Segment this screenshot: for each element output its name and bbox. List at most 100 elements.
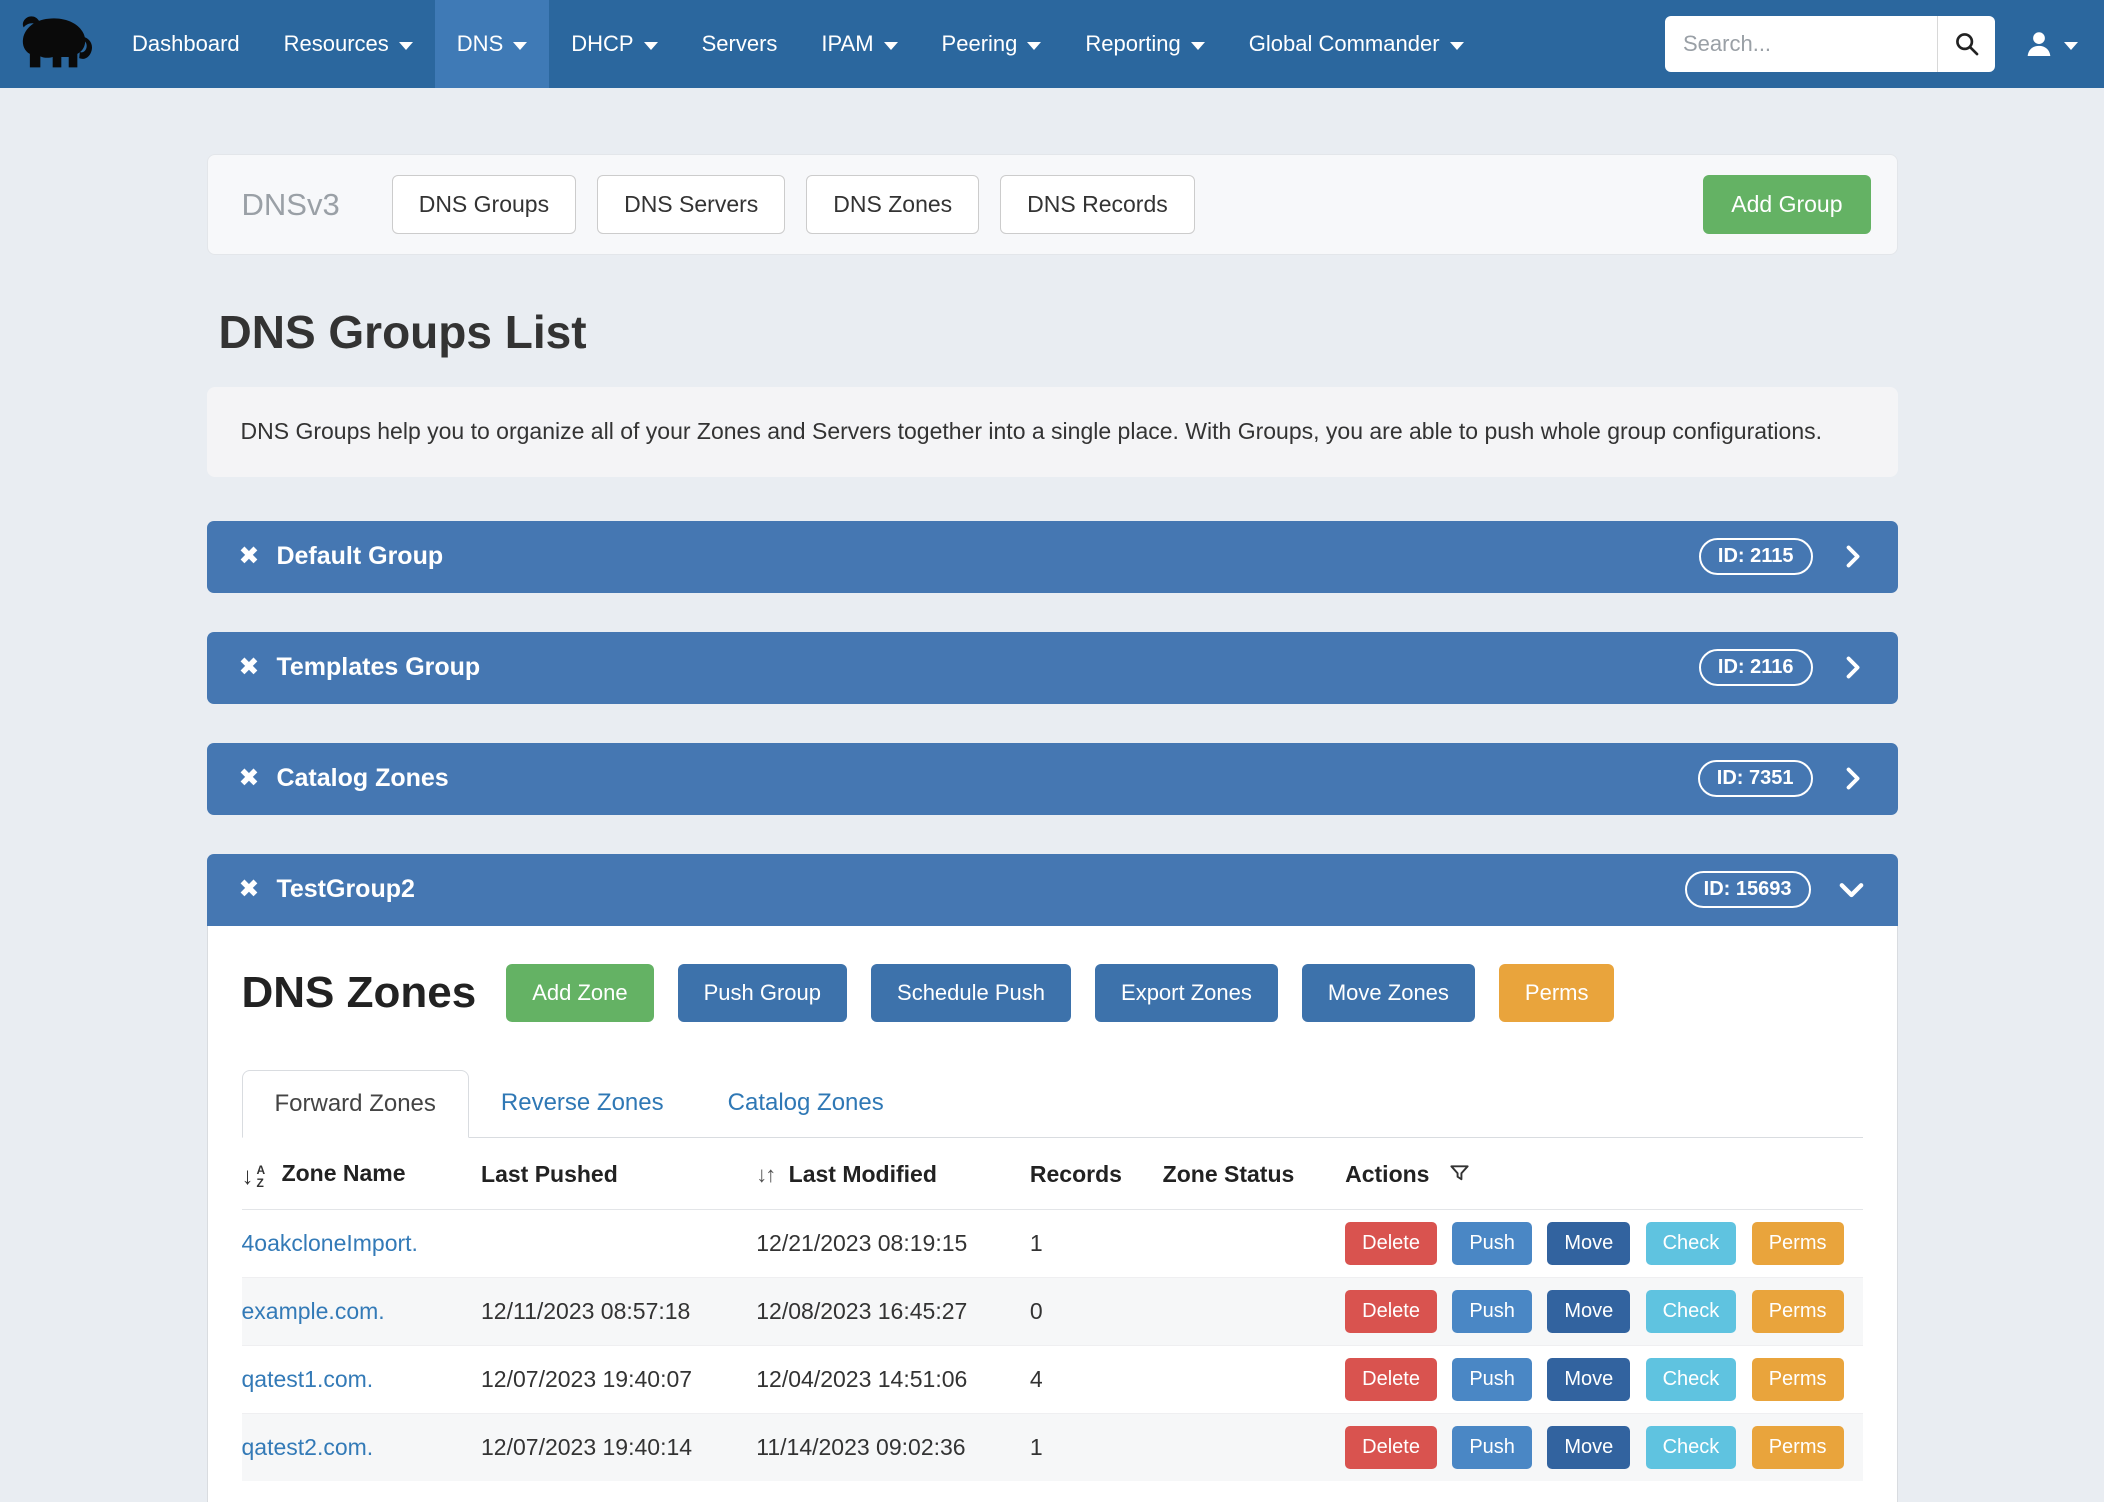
remove-icon[interactable]: ✖ — [239, 655, 260, 680]
push-button[interactable]: Push — [1452, 1290, 1532, 1333]
search-group — [1665, 16, 1995, 72]
check-button[interactable]: Check — [1646, 1222, 1737, 1265]
actions-cell: Delete Push Move Check Perms — [1345, 1414, 1862, 1482]
schedule-push-button[interactable]: Schedule Push — [871, 964, 1071, 1022]
group-id-badge: ID: 7351 — [1698, 760, 1813, 797]
remove-icon[interactable]: ✖ — [239, 766, 260, 791]
dns-records-button[interactable]: DNS Records — [1000, 175, 1195, 234]
nav-item-dhcp[interactable]: DHCP — [549, 0, 679, 88]
add-group-button[interactable]: Add Group — [1703, 175, 1870, 234]
col-header-zone-status: Zone Status — [1163, 1138, 1345, 1210]
table-row: 4oakcloneImport. 12/21/2023 08:19:15 1 D… — [242, 1210, 1863, 1278]
move-button[interactable]: Move — [1547, 1358, 1630, 1401]
nav-label: Servers — [702, 31, 778, 57]
nav-item-dns[interactable]: DNS — [435, 0, 549, 88]
nav-label: IPAM — [821, 31, 873, 57]
records-cell: 0 — [1030, 1278, 1163, 1346]
push-button[interactable]: Push — [1452, 1222, 1532, 1265]
chevron-down-icon — [1027, 42, 1041, 50]
group-bar-testgroup2[interactable]: ✖ TestGroup2 ID: 15693 — [207, 854, 1898, 926]
last-modified-cell: 12/04/2023 14:51:06 — [756, 1346, 1030, 1414]
push-button[interactable]: Push — [1452, 1358, 1532, 1401]
tab-catalog-zones[interactable]: Catalog Zones — [696, 1070, 916, 1137]
nav-item-servers[interactable]: Servers — [680, 0, 800, 88]
add-zone-button[interactable]: Add Zone — [506, 964, 653, 1022]
tab-forward-zones[interactable]: Forward Zones — [242, 1070, 469, 1138]
nav-label: DHCP — [571, 31, 633, 57]
chevron-down-icon[interactable] — [1837, 875, 1866, 904]
group-bar-default-group[interactable]: ✖ Default Group ID: 2115 — [207, 521, 1898, 593]
table-header-row: ↓ AZ Zone Name Last Pushed ↓ ↑ — [242, 1138, 1863, 1210]
nav-item-resources[interactable]: Resources — [262, 0, 435, 88]
col-header-last-modified[interactable]: ↓ ↑ Last Modified — [756, 1138, 1030, 1210]
perms-button[interactable]: Perms — [1752, 1222, 1844, 1265]
chevron-down-icon — [513, 42, 527, 50]
chevron-down-icon — [884, 42, 898, 50]
move-button[interactable]: Move — [1547, 1222, 1630, 1265]
check-button[interactable]: Check — [1646, 1426, 1737, 1469]
last-pushed-cell: 12/07/2023 19:40:14 — [481, 1414, 756, 1482]
group-bar-templates-group[interactable]: ✖ Templates Group ID: 2116 — [207, 632, 1898, 704]
chevron-right-icon[interactable] — [1839, 765, 1866, 792]
zone-link[interactable]: example.com. — [242, 1298, 385, 1324]
group-bar-catalog-zones[interactable]: ✖ Catalog Zones ID: 7351 — [207, 743, 1898, 815]
delete-button[interactable]: Delete — [1345, 1426, 1437, 1469]
perms-button[interactable]: Perms — [1752, 1358, 1844, 1401]
dns-zones-button[interactable]: DNS Zones — [806, 175, 979, 234]
chevron-down-icon — [644, 42, 658, 50]
move-button[interactable]: Move — [1547, 1290, 1630, 1333]
group-name: TestGroup2 — [276, 875, 414, 904]
nav-label: Reporting — [1085, 31, 1180, 57]
sort-alpha-icon[interactable]: ↓ AZ — [242, 1164, 266, 1189]
zone-status-cell — [1163, 1414, 1345, 1482]
delete-button[interactable]: Delete — [1345, 1358, 1437, 1401]
push-group-button[interactable]: Push Group — [678, 964, 847, 1022]
testgroup2-panel: DNS Zones Add Zone Push Group Schedule P… — [207, 926, 1898, 1502]
chevron-right-icon[interactable] — [1839, 654, 1866, 681]
nav-item-peering[interactable]: Peering — [920, 0, 1064, 88]
dns-servers-button[interactable]: DNS Servers — [597, 175, 785, 234]
zone-link[interactable]: 4oakcloneImport. — [242, 1230, 418, 1256]
check-button[interactable]: Check — [1646, 1290, 1737, 1333]
chevron-down-icon — [1450, 42, 1464, 50]
dns-groups-button[interactable]: DNS Groups — [392, 175, 576, 234]
remove-icon[interactable]: ✖ — [239, 877, 260, 902]
search-input[interactable] — [1665, 16, 1937, 72]
search-button[interactable] — [1937, 16, 1995, 72]
perms-button[interactable]: Perms — [1499, 964, 1615, 1022]
nav-item-reporting[interactable]: Reporting — [1063, 0, 1226, 88]
sort-icon[interactable]: ↓ ↑ — [756, 1162, 774, 1188]
move-zones-button[interactable]: Move Zones — [1302, 964, 1475, 1022]
perms-button[interactable]: Perms — [1752, 1426, 1844, 1469]
nav-item-dashboard[interactable]: Dashboard — [110, 0, 262, 88]
delete-button[interactable]: Delete — [1345, 1290, 1437, 1333]
nav-item-ipam[interactable]: IPAM — [799, 0, 919, 88]
col-header-zone-name[interactable]: ↓ AZ Zone Name — [242, 1138, 482, 1210]
check-button[interactable]: Check — [1646, 1358, 1737, 1401]
zone-link[interactable]: qatest1.com. — [242, 1366, 374, 1392]
table-row: qatest1.com. 12/07/2023 19:40:07 12/04/2… — [242, 1346, 1863, 1414]
tab-reverse-zones[interactable]: Reverse Zones — [469, 1070, 696, 1137]
perms-button[interactable]: Perms — [1752, 1290, 1844, 1333]
chevron-right-icon[interactable] — [1839, 543, 1866, 570]
mammoth-logo-icon — [20, 13, 94, 75]
push-button[interactable]: Push — [1452, 1426, 1532, 1469]
zone-status-cell — [1163, 1210, 1345, 1278]
user-menu[interactable] — [2023, 28, 2078, 60]
group-id-badge: ID: 15693 — [1685, 871, 1811, 908]
records-cell: 1 — [1030, 1210, 1163, 1278]
main-nav: Dashboard Resources DNS DHCP Servers IPA… — [110, 0, 1486, 88]
nav-item-global-commander[interactable]: Global Commander — [1227, 0, 1486, 88]
export-zones-button[interactable]: Export Zones — [1095, 964, 1278, 1022]
app-logo[interactable] — [0, 0, 110, 88]
last-pushed-cell — [481, 1210, 756, 1278]
filter-icon[interactable] — [1448, 1162, 1471, 1185]
zone-status-cell — [1163, 1346, 1345, 1414]
zone-link[interactable]: qatest2.com. — [242, 1434, 374, 1460]
remove-icon[interactable]: ✖ — [239, 544, 260, 569]
delete-button[interactable]: Delete — [1345, 1222, 1437, 1265]
dnsv3-label: DNSv3 — [242, 187, 340, 223]
move-button[interactable]: Move — [1547, 1426, 1630, 1469]
zones-tabs: Forward Zones Reverse Zones Catalog Zone… — [242, 1070, 1863, 1138]
dns-zones-title: DNS Zones — [242, 968, 477, 1018]
